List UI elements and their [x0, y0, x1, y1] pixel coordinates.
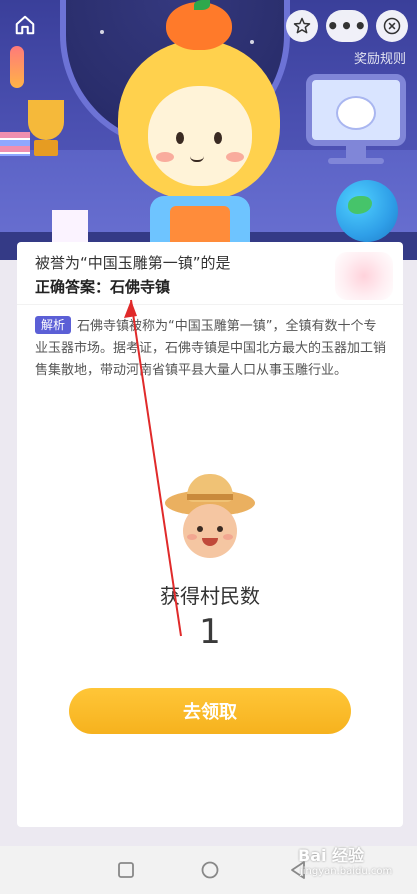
rocket-icon — [10, 46, 24, 88]
question-text: 被誉为“中国玉雕第一镇”的是 — [35, 254, 231, 272]
mascot-face — [148, 86, 252, 186]
reward-rules-link[interactable]: 奖励规则 — [354, 48, 406, 67]
home-button[interactable] — [10, 10, 40, 40]
close-button[interactable] — [376, 10, 408, 42]
monitor-foot — [328, 158, 384, 164]
villager-cheek — [187, 534, 197, 540]
mascot-cheek — [156, 152, 174, 162]
watermark-url: jingyan.baidu.com — [300, 866, 393, 877]
mascot-cheek — [226, 152, 244, 162]
alien-illustration — [336, 96, 376, 130]
star-decoration — [250, 40, 254, 44]
more-button[interactable]: ••• — [326, 10, 368, 42]
home-nav-button[interactable] — [198, 858, 222, 882]
answer-card: 被誉为“中国玉雕第一镇”的是 正确答案：石佛寺镇 解析 石佛寺镇被称为“中国玉雕第… — [17, 242, 403, 827]
villager-eye — [217, 526, 223, 532]
reward-count: 1 — [199, 612, 221, 652]
analysis-tag: 解析 — [35, 316, 72, 334]
reward-label: 获得村民数 — [160, 584, 260, 608]
mascot-eye — [214, 132, 222, 144]
star-icon — [293, 17, 311, 34]
divider — [17, 304, 403, 305]
claim-button[interactable]: 去领取 — [69, 688, 351, 734]
square-icon — [118, 862, 134, 878]
books-illustration — [0, 132, 30, 156]
recent-apps-button[interactable] — [114, 858, 138, 882]
mascot-eye — [176, 132, 184, 144]
correct-answer: 正确答案：石佛寺镇 — [35, 278, 171, 296]
villager-eye — [197, 526, 203, 532]
close-icon — [383, 17, 401, 35]
villager-face — [183, 504, 237, 558]
mascot-leaf — [194, 0, 210, 10]
villager-avatar — [165, 474, 255, 564]
hat-band — [187, 494, 233, 500]
trophy-base — [34, 140, 58, 156]
circle-icon — [201, 861, 219, 879]
favorite-button[interactable] — [286, 10, 318, 42]
analysis-text: 石佛寺镇被称为“中国玉雕第一镇”，全镇有数十个专业玉器市场。据考证，石佛寺镇是中… — [35, 319, 387, 378]
analysis-section: 解析 石佛寺镇被称为“中国玉雕第一镇”，全镇有数十个专业玉器市场。据考证，石佛寺镇… — [35, 316, 389, 382]
star-decoration — [100, 30, 104, 34]
watermark-logo: Bai 经验 — [298, 846, 365, 865]
more-icon: ••• — [326, 14, 368, 38]
villager-cheek — [223, 534, 233, 540]
home-icon — [15, 15, 35, 35]
trophy-icon — [28, 100, 64, 140]
blurred-badge — [335, 252, 393, 300]
